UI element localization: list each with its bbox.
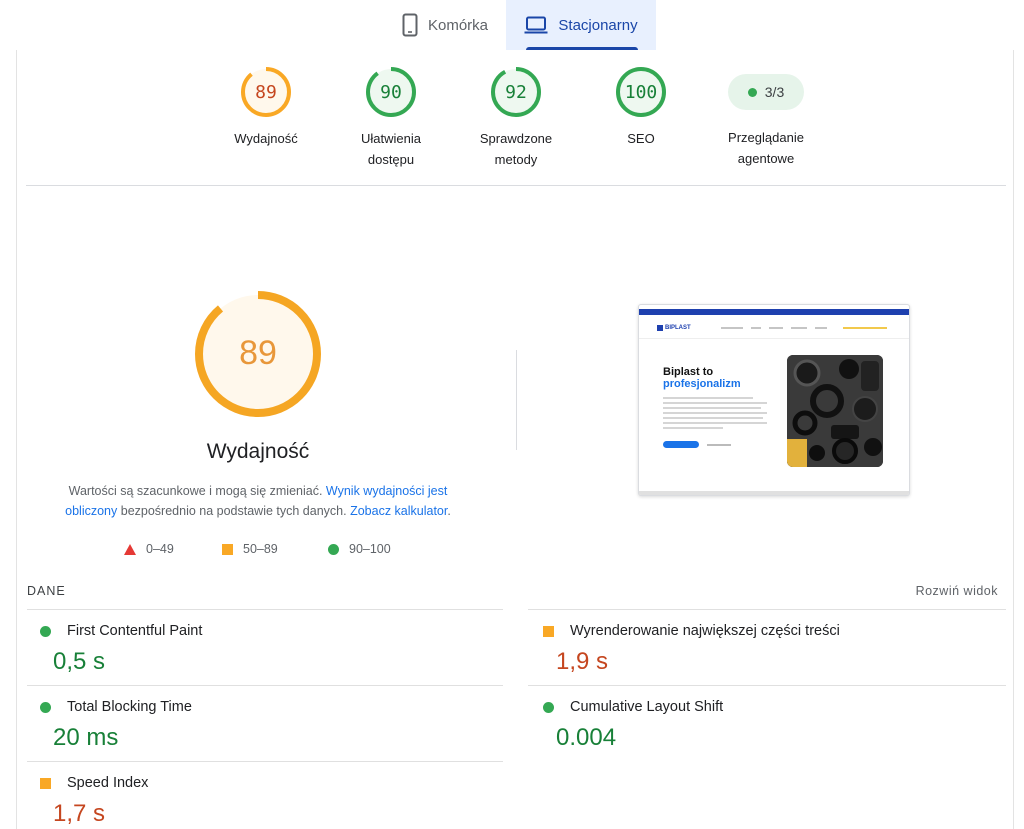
gauge-ring: 90: [366, 67, 416, 117]
thumb-nav-item: [843, 327, 887, 329]
metrics-divider: [27, 685, 503, 686]
triangle-icon: [124, 543, 136, 555]
thumb-text-line: [663, 397, 753, 399]
thumb-nav-item: [791, 327, 807, 329]
metric-lcp: Wyrenderowanie największej części treści…: [528, 623, 988, 676]
thumb-nav-item: [815, 327, 827, 329]
tab-mobile[interactable]: Komórka: [384, 0, 506, 50]
tab-desktop-label: Stacjonarny: [558, 16, 638, 34]
metric-name: First Contentful Paint: [67, 623, 203, 639]
tab-mobile-label: Komórka: [427, 16, 489, 34]
thumb-text-line: [663, 402, 767, 404]
score-value: 100: [625, 82, 658, 103]
gauge-ring: 89: [241, 67, 291, 117]
metrics-divider: [528, 685, 1006, 686]
metric-value: 0.004: [556, 724, 617, 751]
thumb-text-line: [663, 412, 767, 414]
metric-name: Cumulative Layout Shift: [570, 699, 724, 715]
score-label: Wydajność: [234, 131, 298, 146]
metric-value: 0,5 s: [53, 648, 106, 675]
metrics-divider: [528, 609, 1006, 610]
page-screenshot-thumbnail[interactable]: BIPLAST Biplast to profesjonalizm: [638, 304, 910, 496]
legend-range: 90–100: [349, 542, 391, 556]
tab-desktop[interactable]: Stacjonarny: [506, 0, 656, 50]
performance-title: Wydajność: [206, 440, 310, 463]
calculator-link[interactable]: Zobacz kalkulator: [350, 504, 447, 518]
legend-range: 50–89: [243, 542, 278, 556]
thumb-logo: BIPLAST: [657, 325, 691, 331]
score-value: 89: [255, 82, 277, 103]
pass-dot-icon: [747, 87, 757, 97]
score-gauge-accessibility[interactable]: 90 Ułatwienia dostępu: [331, 66, 451, 170]
metric-fcp: First Contentful Paint 0,5 s: [25, 623, 485, 676]
metric-cls: Cumulative Layout Shift 0.004: [528, 699, 988, 752]
performance-description: Wartości są szacunkowe i mogą się zmieni…: [48, 481, 468, 521]
desc-text: Wartości są szacunkowe i mogą się zmieni…: [68, 484, 323, 498]
score-value: 92: [505, 82, 527, 103]
thumb-nav-item: [721, 327, 743, 329]
thumb-headline: Biplast to: [663, 366, 714, 378]
thumb-headline-accent: profesjonalizm: [663, 378, 741, 390]
pass-dot-icon: [543, 701, 554, 713]
vertical-divider: [516, 350, 517, 450]
thumb-topbar: [639, 309, 909, 315]
phone-icon: [402, 13, 418, 37]
score-gauge-best-practices[interactable]: 92 Sprawdzone metody: [456, 66, 576, 170]
metric-value: 1,7 s: [53, 800, 106, 827]
thumb-link: [707, 444, 731, 446]
score-value: 90: [380, 82, 402, 103]
laptop-icon: [524, 16, 548, 34]
metric-value: 20 ms: [53, 724, 119, 751]
thumb-text-line: [663, 417, 763, 419]
score-gauge-seo[interactable]: 100 SEO: [581, 66, 701, 149]
square-icon: [222, 543, 233, 555]
average-square-icon: [40, 777, 51, 789]
score-gauge-performance[interactable]: 89 Wydajność: [206, 66, 326, 149]
thumb-bottom-bar: [639, 491, 909, 495]
expand-view-toggle[interactable]: Rozwiń widok: [880, 584, 998, 598]
agentic-value: 3/3: [764, 84, 785, 100]
thumb-text-line: [663, 427, 723, 429]
thumb-nav-item: [769, 327, 783, 329]
metric-tbt: Total Blocking Time 20 ms: [25, 699, 485, 752]
pass-dot-icon: [40, 625, 51, 637]
thumb-nav-item: [751, 327, 761, 329]
score-label: Sprawdzone metody: [479, 131, 553, 167]
gauge-ring: 92: [491, 67, 541, 117]
score-label: Ułatwienia dostępu: [361, 131, 421, 167]
device-tabs: Komórka Stacjonarny: [0, 0, 1024, 50]
metrics-divider: [27, 761, 503, 762]
divider: [26, 185, 1006, 186]
pass-dot-icon: [40, 701, 51, 713]
desc-end: .: [447, 504, 451, 518]
agentic-browsing-badge[interactable]: 3/3: [728, 74, 804, 110]
agentic-label: Przeglądanie agentowe: [728, 130, 804, 166]
legend-fail: 0–49: [124, 542, 174, 556]
gauge-ring: 100: [616, 67, 666, 117]
average-square-icon: [543, 625, 554, 637]
legend-range: 0–49: [146, 542, 174, 556]
performance-gauge: 89: [195, 291, 321, 417]
metrics-heading: DANE: [27, 584, 66, 598]
circle-icon: [328, 543, 339, 555]
legend-pass: 90–100: [328, 542, 391, 556]
score-label: SEO: [627, 131, 655, 146]
desc-text-mid: bezpośrednio na podstawie tych danych.: [120, 504, 347, 518]
thumb-product-image: [787, 355, 883, 467]
metrics-divider: [27, 609, 503, 610]
metric-value: 1,9 s: [556, 648, 609, 675]
metric-name: Speed Index: [67, 775, 149, 791]
thumb-cta-button: [663, 441, 699, 448]
metric-name: Total Blocking Time: [67, 699, 192, 715]
metric-name: Wyrenderowanie największej części treści: [570, 623, 840, 639]
metric-speed-index: Speed Index 1,7 s: [25, 775, 485, 828]
performance-score: 89: [239, 334, 277, 372]
thumb-text-line: [663, 422, 767, 424]
thumb-text-line: [663, 407, 761, 409]
legend-average: 50–89: [222, 542, 278, 556]
